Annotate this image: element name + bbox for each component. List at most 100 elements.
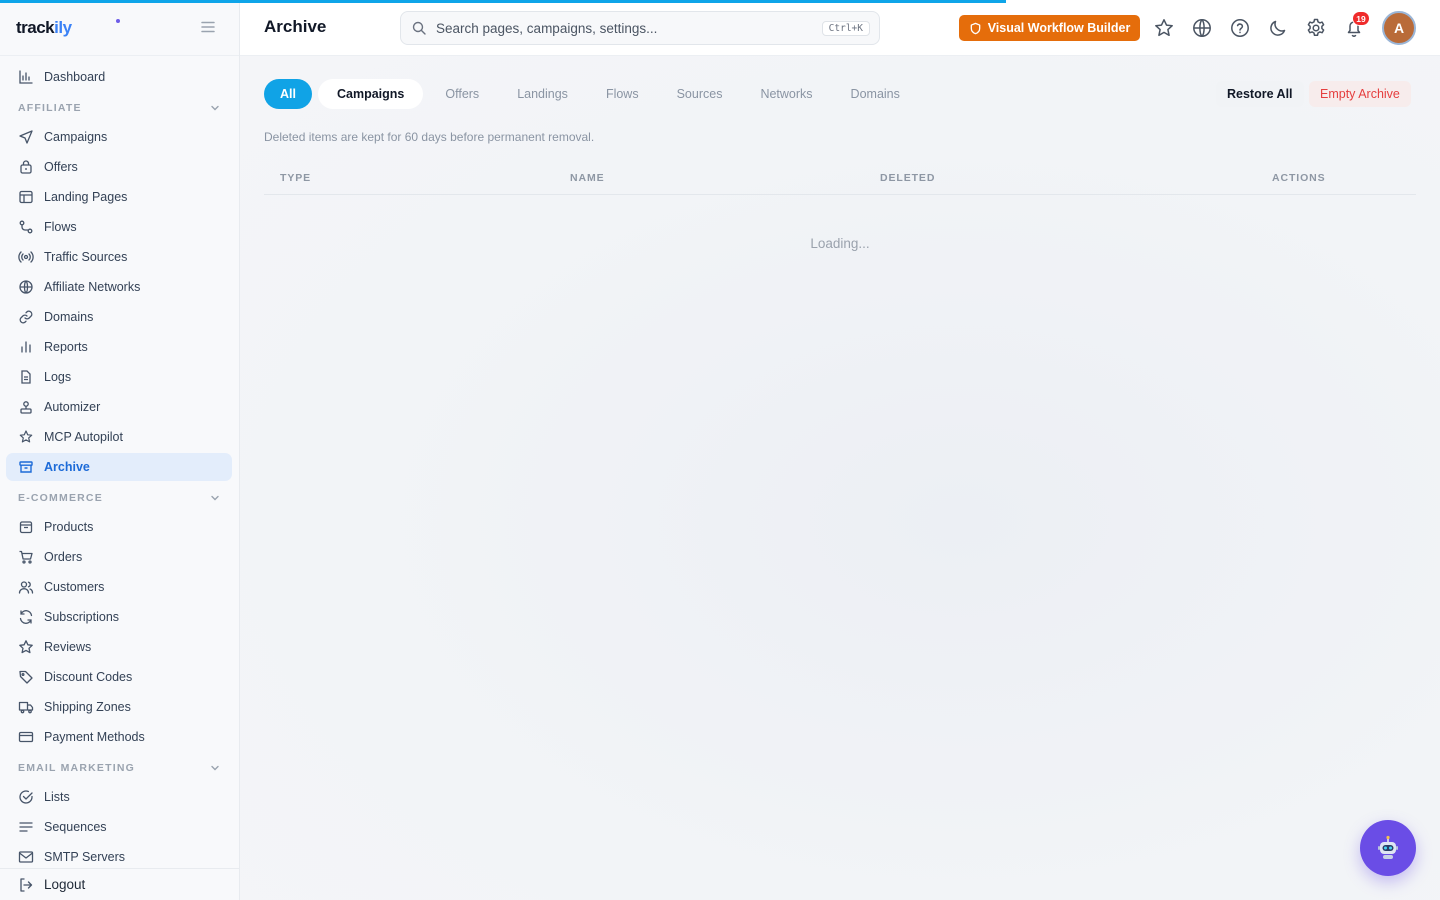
ai-assistant-button[interactable]: [1360, 820, 1416, 876]
logout-button[interactable]: Logout: [0, 868, 239, 900]
logo-dot-icon: [116, 19, 120, 23]
section-header-affiliate[interactable]: AFFILIATE: [6, 93, 232, 123]
help-icon[interactable]: [1229, 17, 1251, 39]
sidebar-item-sequences[interactable]: Sequences: [6, 813, 232, 841]
gear-icon[interactable]: [1305, 17, 1327, 39]
layout-icon: [19, 190, 33, 204]
restore-all-button[interactable]: Restore All: [1216, 81, 1304, 107]
tab-campaigns[interactable]: Campaigns: [317, 79, 424, 109]
mail-icon: [18, 851, 34, 863]
sidebar-item-payment-methods[interactable]: Payment Methods: [6, 723, 232, 751]
sidebar-item-archive[interactable]: Archive: [6, 453, 232, 481]
sidebar-item-traffic-sources[interactable]: Traffic Sources: [6, 243, 232, 271]
shield-icon: [970, 22, 981, 34]
app-logo[interactable]: trackily: [16, 18, 72, 38]
sidebar-item-affiliate-networks[interactable]: Affiliate Networks: [6, 273, 232, 301]
archive-table-header: TYPE NAME DELETED ACTIONS: [264, 159, 1416, 195]
globe-icon: [19, 280, 33, 294]
refresh-icon: [19, 610, 33, 624]
sidebar-item-products[interactable]: Products: [6, 513, 232, 541]
sidebar-item-label: Campaigns: [44, 130, 108, 144]
sidebar-item-label: Dashboard: [44, 70, 106, 84]
tab-networks[interactable]: Networks: [741, 79, 831, 109]
sidebar-item-customers[interactable]: Customers: [6, 573, 232, 601]
avatar[interactable]: A: [1382, 11, 1416, 45]
tab-domains[interactable]: Domains: [832, 79, 919, 109]
empty-archive-button[interactable]: Empty Archive: [1309, 81, 1411, 107]
lock-bag-icon: [20, 160, 32, 174]
tab-all[interactable]: All: [264, 79, 312, 109]
visual-workflow-builder-button[interactable]: Visual Workflow Builder: [959, 15, 1140, 41]
truck-icon: [18, 701, 34, 714]
sidebar-item-label: Logs: [44, 370, 72, 384]
logout-icon: [20, 877, 33, 892]
tag-icon: [19, 670, 33, 684]
sidebar-item-label: Discount Codes: [44, 670, 133, 684]
section-header-email-marketing[interactable]: EMAIL MARKETING: [6, 753, 232, 783]
sidebar-item-smtp-servers[interactable]: SMTP Servers: [6, 843, 232, 871]
file-text-icon: [21, 370, 31, 384]
sidebar-item-label: Archive: [44, 460, 90, 474]
top-bar: Archive Ctrl+K Visual Workflow Builder 1…: [240, 0, 1440, 56]
cart-icon: [19, 550, 33, 564]
sidebar-item-label: Reports: [44, 340, 88, 354]
sidebar-item-flows[interactable]: Flows: [6, 213, 232, 241]
sidebar-nav: Dashboard AFFILIATE Campaigns Offers Lan…: [6, 63, 232, 873]
sidebar: trackily Dashboard AFFILIATE Campaigns O…: [0, 0, 240, 900]
send-icon: [19, 130, 33, 144]
notification-count-badge: 19: [1352, 11, 1370, 26]
lines-icon: [19, 822, 33, 832]
section-title: EMAIL MARKETING: [18, 762, 135, 774]
sidebar-item-automizer[interactable]: Automizer: [6, 393, 232, 421]
sidebar-item-label: Subscriptions: [44, 610, 120, 624]
sidebar-item-landing-pages[interactable]: Landing Pages: [6, 183, 232, 211]
bar-chart-icon: [21, 341, 31, 353]
sidebar-item-dashboard[interactable]: Dashboard: [6, 63, 232, 91]
sidebar-item-domains[interactable]: Domains: [6, 303, 232, 331]
tab-flows[interactable]: Flows: [587, 79, 658, 109]
sidebar-item-subscriptions[interactable]: Subscriptions: [6, 603, 232, 631]
search-input[interactable]: [436, 20, 822, 36]
chevron-down-icon: [211, 105, 219, 111]
tab-offers[interactable]: Offers: [426, 79, 498, 109]
column-header-name[interactable]: NAME: [570, 172, 605, 184]
sidebar-item-label: MCP Autopilot: [44, 430, 123, 444]
sidebar-item-shipping-zones[interactable]: Shipping Zones: [6, 693, 232, 721]
visual-workflow-builder-label: Visual Workflow Builder: [987, 21, 1131, 35]
sidebar-item-offers[interactable]: Offers: [6, 153, 232, 181]
sidebar-item-reports[interactable]: Reports: [6, 333, 232, 361]
sidebar-item-mcp-autopilot[interactable]: MCP Autopilot: [6, 423, 232, 451]
sidebar-item-logs[interactable]: Logs: [6, 363, 232, 391]
sidebar-item-label: Domains: [44, 310, 94, 324]
page-title: Archive: [264, 17, 327, 36]
link-icon: [19, 310, 33, 324]
hamburger-menu-icon[interactable]: [199, 18, 217, 36]
robot-icon: [1378, 835, 1398, 859]
sidebar-item-label: Automizer: [44, 400, 101, 414]
column-header-type[interactable]: TYPE: [280, 172, 311, 184]
chevron-down-icon: [211, 495, 219, 501]
global-search[interactable]: Ctrl+K: [400, 11, 880, 45]
sidebar-item-discount-codes[interactable]: Discount Codes: [6, 663, 232, 691]
tab-sources[interactable]: Sources: [658, 79, 742, 109]
sidebar-item-reviews[interactable]: Reviews: [6, 633, 232, 661]
section-header-e-commerce[interactable]: E-COMMERCE: [6, 483, 232, 513]
sidebar-item-lists[interactable]: Lists: [6, 783, 232, 811]
sidebar-item-label: Offers: [44, 160, 78, 174]
sidebar-item-campaigns[interactable]: Campaigns: [6, 123, 232, 151]
logout-label: Logout: [44, 877, 86, 892]
section-title: AFFILIATE: [18, 102, 82, 114]
check-circle-icon: [19, 790, 33, 804]
users-icon: [18, 581, 34, 594]
column-header-deleted[interactable]: DELETED: [880, 172, 935, 184]
page-load-progress-bar: [0, 0, 1006, 3]
sparkle-star-icon: [19, 430, 33, 443]
moon-icon[interactable]: [1267, 17, 1289, 39]
sidebar-item-orders[interactable]: Orders: [6, 543, 232, 571]
star-icon[interactable]: [1153, 17, 1175, 39]
sidebar-item-label: Lists: [44, 790, 70, 804]
sidebar-item-label: Reviews: [44, 640, 92, 654]
column-header-actions: ACTIONS: [1272, 172, 1326, 184]
globe-icon[interactable]: [1191, 17, 1213, 39]
tab-landings[interactable]: Landings: [498, 79, 587, 109]
